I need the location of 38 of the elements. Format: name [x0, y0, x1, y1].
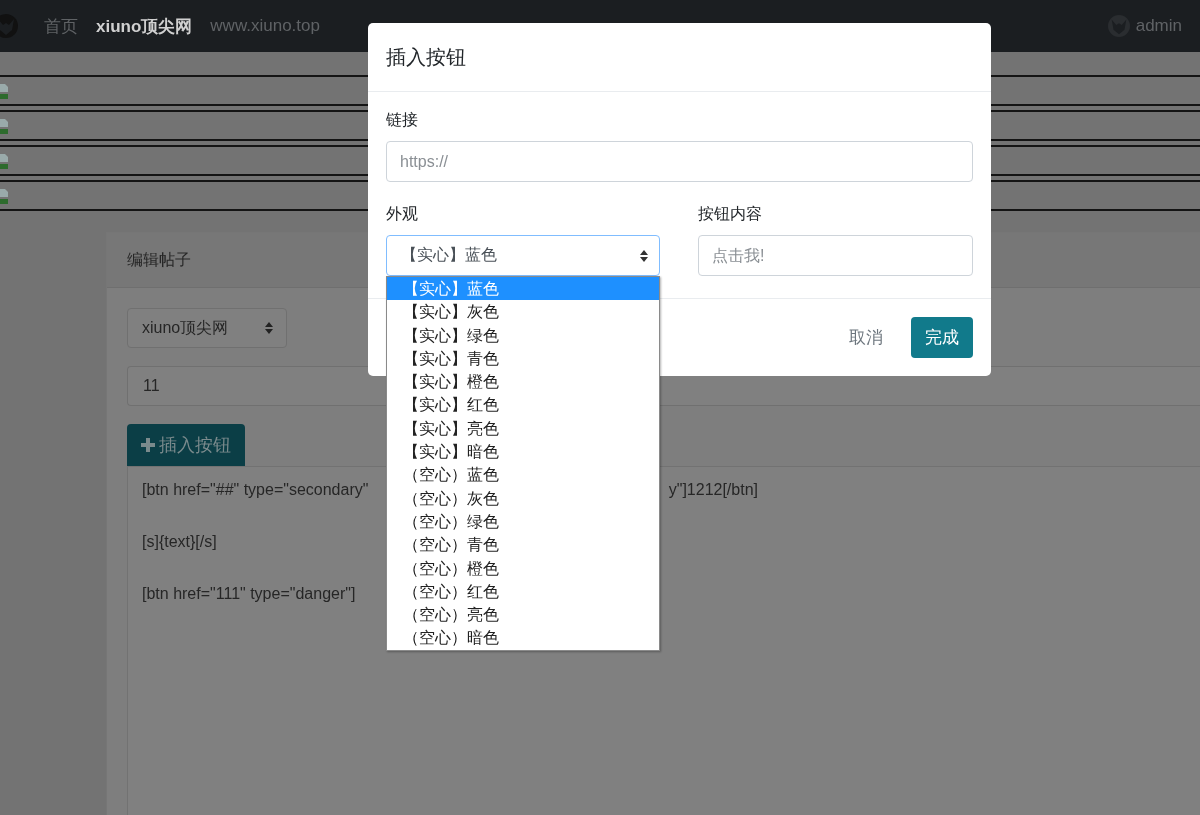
card-title: 编辑帖子	[127, 249, 191, 270]
editor-text: [btn href="##" type="secondary"	[142, 480, 369, 500]
plus-icon	[141, 438, 155, 452]
sort-caret-icon	[639, 248, 649, 263]
link-input[interactable]: https://	[386, 141, 973, 182]
option-item[interactable]: （空心）橙色	[387, 556, 659, 580]
content-input[interactable]: 点击我!	[698, 235, 973, 276]
option-item[interactable]: 【实心】灰色	[387, 300, 659, 324]
option-item[interactable]: （空心）亮色	[387, 603, 659, 627]
sort-caret-icon	[264, 321, 274, 335]
field-label: 按钮内容	[698, 204, 763, 224]
broken-image-icon	[0, 117, 8, 134]
broken-image-icon	[0, 152, 8, 169]
option-item[interactable]: 【实心】青色	[387, 346, 659, 371]
option-item[interactable]: 【实心】暗色	[387, 440, 659, 464]
editor-text: [btn href="111" type="danger"]	[142, 584, 356, 604]
site-brand[interactable]: xiuno顶尖网	[96, 14, 193, 38]
option-item[interactable]: （空心）红色	[387, 579, 659, 604]
option-item[interactable]: 【实心】红色	[387, 393, 659, 417]
done-button[interactable]: 完成	[911, 317, 973, 358]
cancel-button[interactable]: 取消	[843, 325, 889, 350]
appearance-select[interactable]: 【实心】蓝色	[386, 235, 660, 276]
option-item[interactable]: （空心）青色	[387, 533, 659, 557]
option-item[interactable]: （空心）蓝色	[387, 463, 659, 487]
broken-image-icon	[0, 82, 8, 99]
option-item[interactable]: （空心）绿色	[387, 509, 659, 534]
option-item[interactable]: 【实心】亮色	[387, 416, 659, 441]
field-label: 外观	[386, 204, 419, 224]
broken-image-icon	[0, 187, 8, 204]
option-item[interactable]: 【实心】绿色	[387, 323, 659, 347]
editor-text: [s]{text}[/s]	[142, 532, 217, 552]
editor-text: y"]1212[/btn]	[668, 480, 758, 500]
dialog-title: 插入按钮	[386, 44, 466, 70]
forum-select[interactable]: xiuno顶尖网	[127, 308, 287, 348]
option-item[interactable]: （空心）暗色	[387, 626, 659, 650]
option-item[interactable]: （空心）灰色	[387, 486, 659, 510]
option-item[interactable]: 【实心】橙色	[387, 370, 659, 394]
field-label: 链接	[386, 110, 419, 130]
